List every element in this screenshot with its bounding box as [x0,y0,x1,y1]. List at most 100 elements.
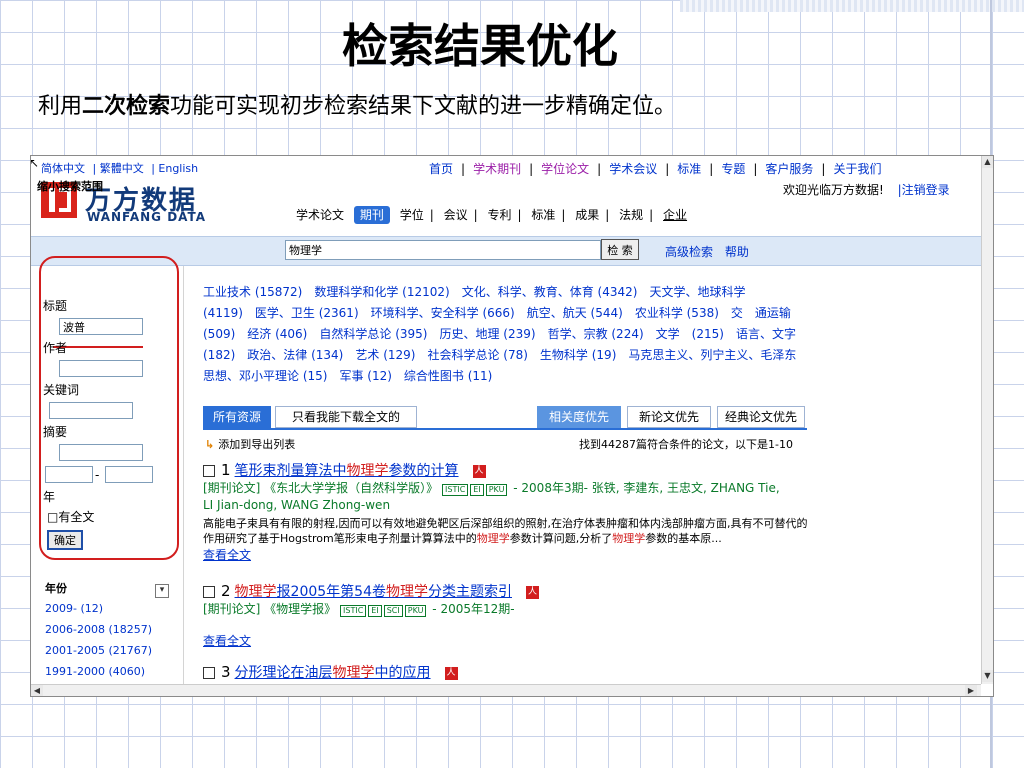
sort-classic[interactable]: 经典论文优先 [717,406,805,428]
meta-source[interactable]: [期刊论文] 《东北大学学报（自然科学版）》 [203,481,438,495]
catnav-law[interactable]: 法规 [619,208,643,222]
pdf-icon[interactable]: 人 [444,666,458,680]
result-title-row: 1 笔形束剂量算法中物理学参数的计算人 [203,460,809,480]
year-facet-item[interactable]: 2006-2008 (18257) [45,623,152,636]
year-label: 年 [43,490,56,504]
result-number: 2 [221,582,231,600]
category-facet-item[interactable]: 艺术 (129) [355,348,415,362]
keyword-field[interactable] [49,402,133,419]
scroll-right-icon[interactable]: ▶ [965,685,977,696]
topnav-link[interactable]: 关于我们 [833,162,881,176]
catnav-patent[interactable]: 专利 [487,208,511,222]
lang-simplified-link[interactable]: 简体中文 [41,162,85,175]
index-badge: PKU [485,484,508,496]
help-link[interactable]: 帮助 [725,245,749,259]
year-facet-item[interactable]: 2001-2005 (21767) [45,644,152,657]
topnav-separator: | [529,162,534,176]
search-input[interactable] [285,240,601,260]
category-facet-item[interactable]: 综合性图书 (11) [404,369,492,383]
logout-link[interactable]: |注销登录 [898,183,950,197]
category-facet-item[interactable]: 军事 (12) [339,369,391,383]
pdf-icon[interactable]: 人 [526,585,539,599]
scroll-up-icon[interactable]: ▲ [982,156,993,168]
topnav-link[interactable]: 学术期刊 [473,162,521,176]
catnav-journals[interactable]: 期刊 [353,206,390,224]
tab-all-resources[interactable]: 所有资源 [203,406,271,428]
result-title-link[interactable]: 分形理论在油层物理学中的应用 [235,665,431,681]
title-highlight: 物理学 [346,463,389,479]
catnav-achievement[interactable]: 成果 [575,208,599,222]
catnav-separator: | [561,208,566,222]
category-facet-item[interactable]: 农业科学 (538) [635,306,719,320]
result-checkbox[interactable] [203,667,215,679]
category-facet-item[interactable]: 环境科学、安全科学 (666) [371,306,515,320]
category-facet-item[interactable]: 文学 [656,327,680,341]
year-from-field[interactable] [45,466,93,483]
category-facet-item[interactable]: 经济 (406) [247,327,307,341]
confirm-button[interactable]: 确定 [47,530,83,550]
category-facet-item[interactable]: 工业技术 (15872) [203,285,302,299]
view-fulltext-link[interactable]: 查看全文 [203,546,809,563]
fulltext-checkbox[interactable]: □有全文 [47,508,94,525]
category-facet-item[interactable]: 哲学、宗教 (224) [548,327,644,341]
view-fulltext-link[interactable]: 查看全文 [203,632,809,649]
result-checkbox[interactable] [203,586,215,598]
scroll-down-icon[interactable]: ▼ [982,670,993,682]
meta-authors[interactable]: - 2008年3期- 张铁, 李建东, 王忠文, ZHANG Tie, [513,481,779,495]
meta-authors-en[interactable]: LI Jian-dong, WANG Zhong-wen [203,498,390,512]
category-facet-item[interactable]: 航空、航天 (544) [527,306,623,320]
result-tabs: 所有资源 只看我能下载全文的 相关度优先 新论文优先 经典论文优先 [203,406,807,430]
year-to-field[interactable] [105,466,153,483]
year-facet-item[interactable]: 2009- (12) [45,602,103,615]
year-range-separator: - [95,468,100,482]
title-field[interactable] [59,318,143,335]
result-title-link[interactable]: 物理学报2005年第54卷物理学分类主题索引 [235,584,512,600]
abstract-field[interactable] [59,444,143,461]
catnav-enterprise[interactable]: 企业 [663,208,687,222]
catnav-degree[interactable]: 学位 [400,208,424,222]
scroll-left-icon[interactable]: ◀ [31,685,43,696]
chevron-down-icon[interactable]: ▾ [155,584,169,598]
column-divider [183,266,184,686]
tab-downloadable[interactable]: 只看我能下载全文的 [275,406,417,428]
export-action[interactable]: ↳ 添加到导出列表 [205,436,295,452]
category-facet-item[interactable]: 政治、法律 (134) [247,348,343,362]
abstract-label: 摘要 [43,425,68,439]
topnav-link[interactable]: 学位论文 [541,162,589,176]
category-facet-item[interactable]: 生物科学 (19) [540,348,616,362]
result-checkbox[interactable] [203,465,215,477]
category-facet-item[interactable]: 文化、科学、教育、体育 (4342) [462,285,638,299]
topnav-link[interactable]: 学术会议 [609,162,657,176]
year-facet-item[interactable]: 1991-2000 (4060) [45,665,145,678]
sort-newest[interactable]: 新论文优先 [627,406,711,428]
sort-relevance[interactable]: 相关度优先 [537,406,621,428]
pdf-icon[interactable]: 人 [472,464,486,478]
lang-english-link[interactable]: | English [151,162,198,175]
category-facet-item[interactable]: 天文学、地球科学 [649,285,745,299]
category-facet-item[interactable]: (4119) [203,306,243,320]
result-meta: [期刊论文] 《东北大学学报（自然科学版）》 ISTIC EI PKU - 2008… [203,480,809,514]
advanced-search-link[interactable]: 高级检索 [665,245,713,259]
meta-source[interactable]: [期刊论文] 《物理学报》 [203,602,336,616]
topnav-link[interactable]: 首页 [429,162,453,176]
category-facet-item[interactable]: 自然科学总论 (395) [319,327,427,341]
catnav-papers[interactable]: 学术论文 [296,208,344,222]
category-facet-item[interactable]: 历史、地理 (239) [439,327,535,341]
topnav-link[interactable]: 标准 [677,162,701,176]
topnav-link[interactable]: 客户服务 [765,162,813,176]
category-facet-item[interactable]: 交 [731,306,743,320]
lang-traditional-link[interactable]: | 繁體中文 [93,162,144,175]
topnav-link[interactable]: 专题 [721,162,745,176]
result-title-link[interactable]: 笔形束剂量算法中物理学参数的计算 [235,463,459,479]
abstract-ellipsis: ... [711,532,722,545]
search-button[interactable]: 检 索 [601,239,639,260]
catnav-conference[interactable]: 会议 [444,208,468,222]
vertical-scrollbar[interactable]: ▲ ▼ [981,156,993,684]
horizontal-scrollbar[interactable]: ◀ ▶ [31,684,981,696]
category-facet-item[interactable]: 社会科学总论 (78) [427,348,527,362]
author-field[interactable] [59,360,143,377]
category-facet-item[interactable]: (215) [692,327,724,341]
category-facet-item[interactable]: 数理科学和化学 (12102) [314,285,449,299]
catnav-standard[interactable]: 标准 [531,208,555,222]
category-facet-item[interactable]: 医学、卫生 (2361) [255,306,359,320]
